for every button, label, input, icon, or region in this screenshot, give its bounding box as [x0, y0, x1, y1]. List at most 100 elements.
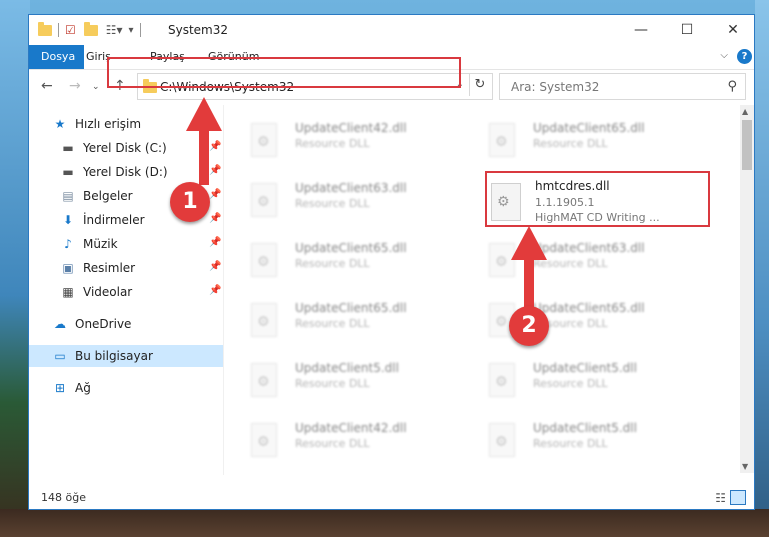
- search-box[interactable]: Ara: System32 ⚲: [499, 73, 746, 100]
- pin-icon[interactable]: 📌: [209, 261, 221, 272]
- status-bar: 148 öğe ☷: [29, 487, 754, 509]
- dll-file-icon: [251, 183, 277, 217]
- vertical-scrollbar[interactable]: ▲ ▼: [740, 105, 754, 473]
- refresh-icon[interactable]: ↻: [469, 74, 490, 96]
- forward-arrow-icon[interactable]: →: [69, 78, 81, 94]
- scroll-down-icon[interactable]: ▼: [742, 462, 748, 471]
- file-description: Resource DLL: [295, 257, 370, 270]
- dll-file-icon: [251, 363, 277, 397]
- sidebar-item-label: Yerel Disk (C:): [83, 141, 167, 155]
- sidebar-item-label: OneDrive: [75, 317, 132, 331]
- pin-icon[interactable]: 📌: [209, 141, 221, 152]
- details-view-icon[interactable]: ☷: [715, 491, 726, 505]
- pin-icon[interactable]: 📌: [209, 285, 221, 296]
- properties-icon[interactable]: ☑: [65, 23, 76, 37]
- music-icon: ♪: [64, 237, 72, 251]
- sidebar-item-onedrive[interactable]: ☁ OneDrive: [29, 313, 223, 335]
- sidebar-item-label: Belgeler: [83, 189, 133, 203]
- search-icon[interactable]: ⚲: [727, 79, 737, 94]
- file-tile[interactable]: UpdateClient42.dll Resource DLL: [225, 415, 455, 471]
- folder-icon: [38, 21, 52, 36]
- file-tile[interactable]: UpdateClient65.dll Resource DLL: [463, 295, 693, 351]
- desktop-background-right: [755, 0, 769, 537]
- chevron-down-icon[interactable]: ▾: [129, 25, 134, 36]
- pin-icon[interactable]: 📌: [209, 165, 221, 176]
- back-arrow-icon[interactable]: ←: [41, 78, 53, 94]
- sidebar-item-music[interactable]: ♪ Müzik 📌: [29, 233, 223, 255]
- desktop-background-left: [0, 0, 30, 537]
- file-tile[interactable]: UpdateClient5.dll Resource DLL: [225, 355, 455, 411]
- sidebar-item-disk-d[interactable]: ▬ Yerel Disk (D:) 📌: [29, 161, 223, 183]
- help-icon[interactable]: ?: [737, 49, 752, 64]
- explorer-window: ☑ ☷▾ ▾ System32 — ☐ ✕ Dosya Giriş Paylaş…: [28, 14, 755, 510]
- file-description: Resource DLL: [295, 197, 370, 210]
- sidebar-item-disk-c[interactable]: ▬ Yerel Disk (C:) 📌: [29, 137, 223, 159]
- file-tile[interactable]: UpdateClient65.dll Resource DLL: [225, 295, 455, 351]
- close-button[interactable]: ✕: [710, 15, 754, 45]
- file-name: UpdateClient42.dll: [295, 121, 407, 135]
- drive-icon: ▬: [62, 165, 74, 179]
- desktop-background-bottom: [0, 509, 769, 537]
- navigation-pane: ★ Hızlı erişim ▬ Yerel Disk (C:) 📌 ▬ Yer…: [29, 113, 223, 473]
- chevron-down-icon[interactable]: ⌵: [720, 50, 728, 61]
- minimize-button[interactable]: —: [618, 15, 664, 45]
- file-name: UpdateClient65.dll: [295, 301, 407, 315]
- file-tile[interactable]: UpdateClient42.dll Resource DLL: [225, 115, 455, 171]
- file-tile[interactable]: UpdateClient5.dll Resource DLL: [463, 415, 693, 471]
- large-icons-view-icon[interactable]: [730, 490, 746, 505]
- file-list: UpdateClient42.dll Resource DLL UpdateCl…: [225, 105, 740, 473]
- window-title: System32: [168, 23, 229, 37]
- file-name: UpdateClient63.dll: [533, 241, 645, 255]
- dll-file-icon: [489, 423, 515, 457]
- customize-icon[interactable]: ☷▾: [106, 23, 123, 37]
- sidebar-item-videos[interactable]: ▦ Videolar 📌: [29, 281, 223, 303]
- dll-file-icon: [251, 303, 277, 337]
- sidebar-item-this-pc[interactable]: ▭ Bu bilgisayar: [29, 345, 223, 367]
- pane-divider: [223, 105, 224, 475]
- sidebar-item-pictures[interactable]: ▣ Resimler 📌: [29, 257, 223, 279]
- file-description: Resource DLL: [295, 437, 370, 450]
- sidebar-item-network[interactable]: ⊞ Ağ: [29, 377, 223, 399]
- sidebar-item-label: Resimler: [83, 261, 136, 275]
- file-tile[interactable]: UpdateClient5.dll Resource DLL: [463, 355, 693, 411]
- file-name: UpdateClient63.dll: [295, 181, 407, 195]
- file-name: UpdateClient65.dll: [533, 121, 645, 135]
- arrow-1-shaft: [199, 130, 209, 185]
- step-badge-1: 1: [170, 182, 210, 222]
- file-name: UpdateClient5.dll: [533, 421, 637, 435]
- pin-icon[interactable]: 📌: [209, 237, 221, 248]
- star-icon: ★: [54, 117, 66, 131]
- item-count: 148 öğe: [41, 491, 86, 504]
- toolbar-separator: [58, 23, 59, 37]
- file-description: Resource DLL: [533, 437, 608, 450]
- sidebar-item-label: Ağ: [75, 381, 91, 395]
- computer-icon: ▭: [54, 349, 66, 363]
- file-tile[interactable]: UpdateClient65.dll Resource DLL: [225, 235, 455, 291]
- file-highlight-box: [485, 171, 710, 227]
- address-highlight-box: [107, 57, 461, 88]
- search-input[interactable]: Ara: System32: [511, 80, 599, 94]
- network-icon: ⊞: [54, 381, 66, 395]
- sidebar-item-label: Videolar: [83, 285, 133, 299]
- file-tile[interactable]: UpdateClient63.dll Resource DLL: [225, 175, 455, 231]
- sidebar-item-label: Müzik: [83, 237, 118, 251]
- quick-access-toolbar: ☑ ☷▾ ▾: [38, 21, 147, 39]
- file-description: Resource DLL: [295, 137, 370, 150]
- arrow-2-shaft: [524, 258, 534, 310]
- recent-locations-icon[interactable]: ⌄: [92, 82, 100, 92]
- pin-icon[interactable]: 📌: [209, 213, 221, 224]
- arrow-1-head: [186, 97, 222, 131]
- file-name: UpdateClient5.dll: [533, 361, 637, 375]
- download-icon: ⬇: [62, 213, 74, 227]
- toolbar-separator: [139, 23, 141, 37]
- new-folder-icon[interactable]: [83, 21, 98, 36]
- pin-icon[interactable]: 📌: [209, 189, 221, 200]
- scrollbar-thumb[interactable]: [742, 120, 752, 170]
- maximize-button[interactable]: ☐: [664, 15, 710, 45]
- file-tile[interactable]: UpdateClient65.dll Resource DLL: [463, 115, 693, 171]
- file-tile[interactable]: UpdateClient63.dll Resource DLL: [463, 235, 693, 291]
- dll-file-icon: [251, 423, 277, 457]
- sidebar-item-label: Bu bilgisayar: [75, 349, 153, 363]
- file-name: UpdateClient65.dll: [295, 241, 407, 255]
- scroll-up-icon[interactable]: ▲: [742, 107, 748, 116]
